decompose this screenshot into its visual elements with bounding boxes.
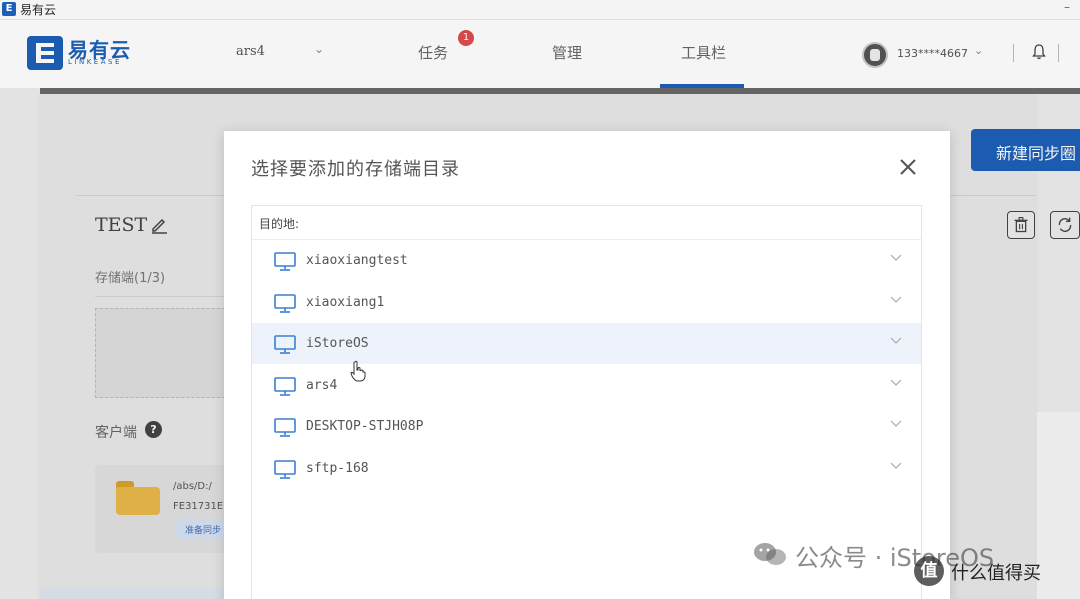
destination-label: 目的地: [252,206,921,240]
dialog-title: 选择要添加的存储端目录 [251,159,460,180]
site-name: 什么值得买 [951,563,1041,584]
device-name: DESKTOP-STJH08P [306,419,424,434]
monitor-icon [274,376,296,396]
chevron-down-icon[interactable] [890,296,902,304]
device-name: xiaoxiang1 [306,294,385,310]
chevron-down-icon[interactable] [890,420,902,428]
device-row[interactable]: sftp-168 [252,448,921,489]
device-name: ars4 [306,377,338,393]
device-row[interactable]: DESKTOP-STJH08P [252,406,921,447]
chevron-down-icon[interactable] [890,337,902,345]
chevron-down-icon[interactable] [890,254,902,262]
device-name: iStoreOS [306,336,369,351]
window-titlebar: E 易有云 – [0,0,1080,20]
chevron-down-icon[interactable] [890,379,902,387]
window-title: 易有云 [20,3,57,17]
monitor-icon [274,293,296,313]
minimize-button[interactable]: – [1064,0,1070,14]
device-row[interactable]: xiaoxiangtest [252,240,921,281]
device-name: xiaoxiangtest [306,253,408,268]
app-icon: E [2,2,16,16]
storage-directory-dialog: 选择要添加的存储端目录 目的地: xiaoxiangtest xiaoxiang1… [224,131,950,599]
monitor-icon [274,418,296,437]
monitor-icon [274,335,296,354]
device-row[interactable]: iStoreOS [252,323,921,364]
close-icon[interactable] [898,157,918,177]
smzdm-logo-icon: 值 [914,556,944,586]
monitor-icon [274,459,296,479]
hand-cursor-icon [350,360,366,382]
wechat-icon [754,543,786,565]
device-name: sftp-168 [306,460,369,476]
monitor-icon [274,252,296,271]
chevron-down-icon[interactable] [890,462,902,470]
device-row[interactable]: xiaoxiang1 [252,282,921,323]
